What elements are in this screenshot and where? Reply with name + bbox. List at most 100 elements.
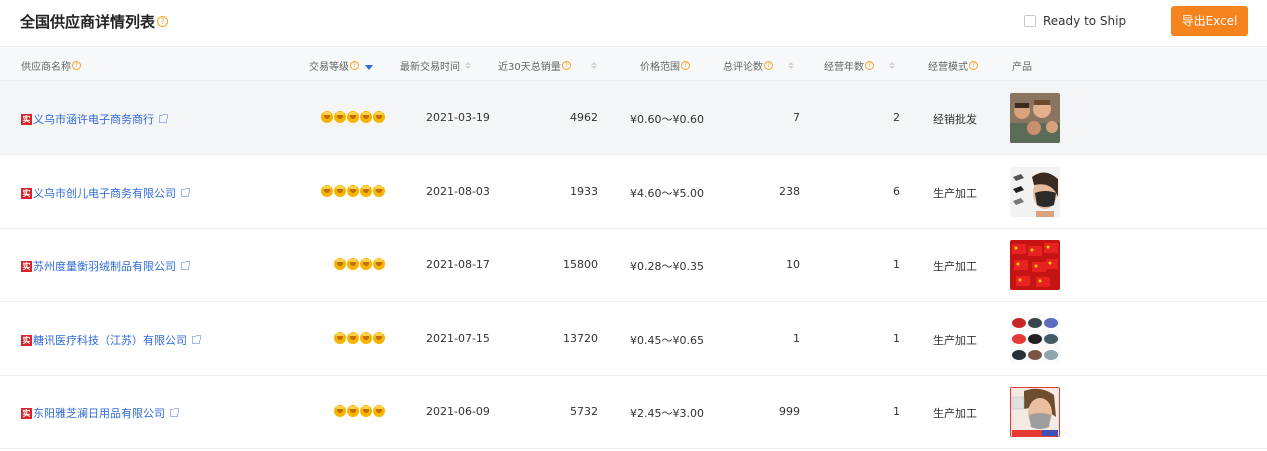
years-in-business: 6 (893, 185, 900, 198)
price-range-value: ¥2.45～¥3.00 (630, 407, 704, 420)
sales-30d-value: 15800 (563, 258, 598, 271)
supplier-name[interactable]: 义乌市创儿电子商务有限公司 (33, 185, 176, 201)
trade-level (315, 405, 385, 417)
column-header-last-trade[interactable]: 最新交易时间 (400, 58, 471, 73)
years-in-business: 2 (893, 111, 900, 124)
sales-30d-value: 1933 (570, 185, 598, 198)
help-icon[interactable]: ? (969, 61, 978, 70)
supplier-link[interactable]: 实义乌市涵许电子商务商行 (21, 111, 168, 127)
sort-icon[interactable] (788, 62, 794, 69)
crown-icon (347, 111, 359, 123)
business-mode: 生产加工 (933, 260, 977, 273)
family-photo-thumbnail[interactable] (1010, 93, 1060, 143)
reviews-count: 7 (793, 111, 800, 124)
table-header: 供应商名称? 交易等级? 最新交易时间 近30天总销量? 价格范围? 总评论数?… (0, 46, 1267, 81)
page-title: 全国供应商详情列表 ? (20, 11, 169, 32)
help-icon[interactable]: ? (157, 16, 169, 27)
crown-icon (321, 185, 333, 197)
sales-30d-value: 5732 (570, 405, 598, 418)
crown-icon (347, 185, 359, 197)
reviews-count: 1 (793, 332, 800, 345)
help-icon[interactable]: ? (764, 61, 773, 70)
years-in-business: 1 (893, 405, 900, 418)
verified-badge-icon: 实 (21, 113, 32, 125)
crown-icon (334, 332, 346, 344)
crown-icon (373, 111, 385, 123)
table-row[interactable]: 实东阳雅芝澜日用品有限公司 2021-06-09 5732 ¥2.45～¥3.00 99… (0, 375, 1267, 449)
ready-to-ship-checkbox[interactable] (1024, 15, 1036, 27)
crown-icon (360, 332, 372, 344)
face-mask-thumbnail[interactable] (1010, 167, 1060, 217)
business-mode: 生产加工 (933, 334, 977, 347)
crown-icon (347, 258, 359, 270)
price-range-value: ¥0.45～¥0.65 (630, 334, 704, 347)
ready-to-ship-label: Ready to Ship (1043, 14, 1127, 28)
column-header-product: 产品 (1012, 58, 1032, 73)
crown-icon (321, 111, 333, 123)
reviews-count: 238 (779, 185, 800, 198)
red-flags-thumbnail[interactable] (1010, 240, 1060, 290)
supplier-link[interactable]: 实东阳雅芝澜日用品有限公司 (21, 405, 179, 421)
years-in-business: 1 (893, 258, 900, 271)
page-title-text: 全国供应商详情列表 (20, 13, 156, 31)
help-icon[interactable]: ? (865, 61, 874, 70)
supplier-name[interactable]: 糖讯医疗科技（江苏）有限公司 (33, 332, 187, 348)
sort-icon[interactable] (465, 62, 471, 69)
years-in-business: 1 (893, 332, 900, 345)
sort-icon[interactable] (590, 62, 597, 69)
sales-30d-value: 4962 (570, 111, 598, 124)
help-icon[interactable]: ? (561, 61, 571, 70)
column-header-years[interactable]: 经营年数? (824, 58, 895, 73)
supplier-link[interactable]: 实糖讯医疗科技（江苏）有限公司 (21, 332, 201, 348)
column-header-sales-30d[interactable]: 近30天总销量? (498, 58, 597, 73)
crown-icon (360, 405, 372, 417)
column-header-mode: 经营模式? (928, 58, 978, 73)
column-label: 总评论数 (723, 62, 763, 73)
column-header-level[interactable]: 交易等级? (309, 58, 373, 73)
help-icon[interactable]: ? (350, 61, 359, 70)
mask-model-thumbnail[interactable] (1010, 387, 1060, 437)
reviews-count: 10 (786, 258, 800, 271)
last-trade-date: 2021-07-15 (426, 332, 490, 345)
external-link-icon[interactable] (181, 261, 190, 270)
trade-level (315, 332, 385, 344)
last-trade-date: 2021-06-09 (426, 405, 490, 418)
supplier-name[interactable]: 苏州度量衡羽绒制品有限公司 (33, 258, 176, 274)
crown-icon (360, 185, 372, 197)
help-icon[interactable]: ? (681, 61, 690, 70)
crown-icon (334, 258, 346, 270)
last-trade-date: 2021-03-19 (426, 111, 490, 124)
verified-badge-icon: 实 (21, 407, 32, 419)
price-range-value: ¥0.60～¥0.60 (630, 113, 704, 126)
supplier-link[interactable]: 实义乌市创儿电子商务有限公司 (21, 185, 190, 201)
sort-icon[interactable] (889, 62, 895, 69)
supplier-link[interactable]: 实苏州度量衡羽绒制品有限公司 (21, 258, 190, 274)
supplier-name[interactable]: 东阳雅芝澜日用品有限公司 (33, 405, 165, 421)
help-icon[interactable]: ? (72, 61, 81, 70)
external-link-icon[interactable] (181, 188, 190, 197)
column-header-price-range: 价格范围? (640, 58, 690, 73)
business-mode: 生产加工 (933, 187, 977, 200)
page-header: 全国供应商详情列表 ? Ready to Ship 导出Excel (0, 0, 1267, 46)
column-label: 经营模式 (928, 62, 968, 73)
crown-icon (373, 185, 385, 197)
reviews-count: 999 (779, 405, 800, 418)
external-link-icon[interactable] (170, 408, 179, 417)
table-row[interactable]: 实苏州度量衡羽绒制品有限公司 2021-08-17 15800 ¥0.28～¥0.35… (0, 228, 1267, 302)
verified-badge-icon: 实 (21, 334, 32, 346)
supplier-name[interactable]: 义乌市涵许电子商务商行 (33, 111, 154, 127)
table-row[interactable]: 实糖讯医疗科技（江苏）有限公司 2021-07-15 13720 ¥0.45～¥0.6… (0, 302, 1267, 376)
trade-level (315, 185, 385, 197)
export-excel-button[interactable]: 导出Excel (1171, 6, 1248, 36)
external-link-icon[interactable] (192, 335, 201, 344)
crown-icon (360, 258, 372, 270)
sort-descending-icon[interactable] (365, 64, 373, 70)
column-label: 最新交易时间 (400, 62, 460, 73)
business-mode: 生产加工 (933, 407, 977, 420)
ready-to-ship-filter[interactable]: Ready to Ship (1024, 14, 1126, 28)
table-row[interactable]: 实义乌市涵许电子商务商行 2021-03-19 4962 ¥0.60～¥0.60 7 2 经… (0, 81, 1267, 155)
table-row[interactable]: 实义乌市创儿电子商务有限公司 2021-08-03 1933 ¥4.60～¥5.00 2… (0, 155, 1267, 229)
column-header-reviews[interactable]: 总评论数? (723, 58, 794, 73)
hats-grid-thumbnail[interactable] (1010, 314, 1060, 364)
external-link-icon[interactable] (159, 114, 168, 123)
